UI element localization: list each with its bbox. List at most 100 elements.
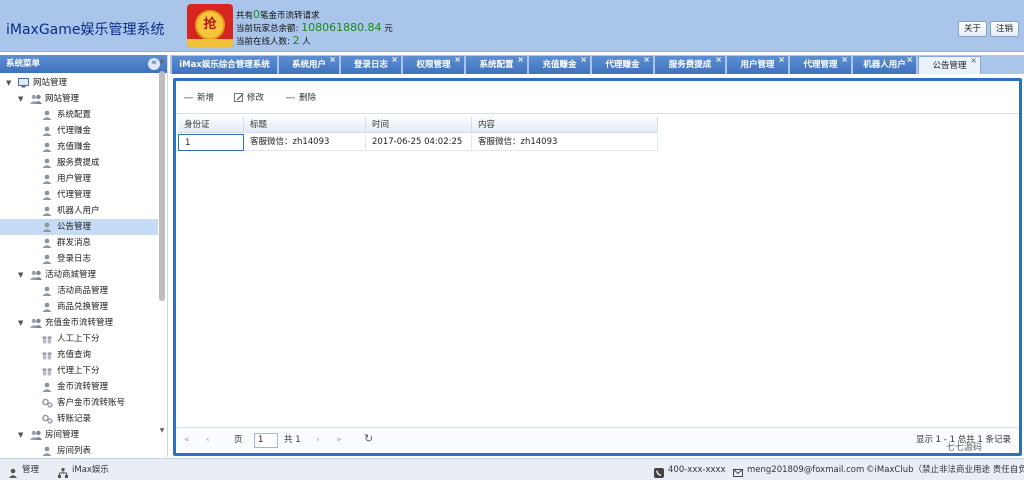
about-button[interactable]: 关于 bbox=[958, 21, 988, 37]
column-header[interactable]: 身份证 bbox=[178, 117, 244, 133]
pagination-bar: « ‹ 页 1 共 1 › » ↻ 显示 1 - 1 总共 1 条记录 bbox=[176, 427, 1019, 453]
tab[interactable]: 代理管理 × bbox=[790, 55, 852, 74]
tab[interactable]: 系统配置 × bbox=[466, 55, 528, 74]
tree-group-node[interactable]: ▼ 网站管理 bbox=[0, 91, 158, 107]
tab[interactable]: iMax娱乐综合管理系统 bbox=[172, 56, 278, 74]
sidebar-scrollbar[interactable]: ▲ ▼ bbox=[158, 57, 166, 437]
prev-page-icon[interactable]: ‹ bbox=[206, 433, 210, 448]
user-icon bbox=[42, 254, 52, 264]
menu-item-label: 代理管理 bbox=[57, 190, 92, 200]
tab[interactable]: 充值赚金 × bbox=[529, 55, 591, 74]
sidebar-menu-item[interactable]: 房间列表 bbox=[0, 443, 158, 457]
sidebar-menu-item[interactable]: 机器人用户 bbox=[0, 203, 158, 219]
tab-close-icon[interactable]: × bbox=[778, 51, 785, 69]
column-header[interactable]: 标题 bbox=[244, 117, 366, 133]
tab[interactable]: 权限管理 × bbox=[403, 55, 465, 74]
tree-group-node[interactable]: ▼ 活动商城管理 bbox=[0, 267, 158, 283]
sidebar-menu-item[interactable]: 金币流转管理 bbox=[0, 379, 158, 395]
tab-close-icon[interactable]: × bbox=[580, 51, 587, 69]
column-header[interactable]: 时间 bbox=[366, 117, 472, 133]
menu-item-label: 客户金币流转账号 bbox=[57, 398, 126, 408]
tab-close-icon[interactable]: × bbox=[970, 52, 977, 70]
sidebar-menu-item[interactable]: 人工上下分 bbox=[0, 331, 158, 347]
last-page-icon[interactable]: » bbox=[336, 433, 342, 448]
tab-active[interactable]: 公告管理 × bbox=[918, 56, 981, 74]
edit-button[interactable]: 修改 bbox=[230, 90, 264, 106]
table-cell[interactable]: 客服微信：zh14093 bbox=[244, 134, 366, 151]
tab-label: 系统配置 bbox=[479, 60, 514, 70]
tab[interactable]: 系统用户 × bbox=[279, 55, 340, 74]
tree-group-node[interactable]: ▼ 房间管理 bbox=[0, 427, 158, 443]
menu-item-label: 代理上下分 bbox=[57, 366, 100, 376]
sidebar-menu-item[interactable]: 充值查询 bbox=[0, 347, 158, 363]
column-header[interactable]: 内容 bbox=[472, 117, 658, 133]
sidebar-menu-item[interactable]: 登录日志 bbox=[0, 251, 158, 267]
sidebar-header: 系统菜单 « bbox=[0, 55, 167, 73]
expand-toggle-icon[interactable]: ▼ bbox=[18, 267, 23, 283]
tab[interactable]: 用户管理 × bbox=[727, 55, 789, 74]
next-page-icon[interactable]: › bbox=[316, 433, 320, 448]
tab[interactable]: 服务费提成 × bbox=[655, 55, 726, 74]
sidebar-menu-item[interactable]: 用户管理 bbox=[0, 171, 158, 187]
sidebar-menu-item[interactable]: 商品兑换管理 bbox=[0, 299, 158, 315]
user-icon bbox=[42, 158, 52, 168]
tab-label: 机器人用户 bbox=[863, 60, 906, 70]
sidebar-menu-item[interactable]: 系统配置 bbox=[0, 107, 158, 123]
sidebar-menu-item[interactable]: 服务费提成 bbox=[0, 155, 158, 171]
pending-count: 0 bbox=[253, 8, 261, 21]
delete-button[interactable]: 删除 bbox=[282, 90, 316, 106]
sidebar-menu-item[interactable]: 充值赚金 bbox=[0, 139, 158, 155]
expand-toggle-icon[interactable]: ▼ bbox=[18, 91, 23, 107]
tab-close-icon[interactable]: × bbox=[517, 51, 524, 69]
tab-label: 权限管理 bbox=[416, 60, 451, 70]
scroll-down-icon[interactable]: ▼ bbox=[158, 427, 166, 437]
add-button[interactable]: 新增 bbox=[180, 90, 214, 106]
tab-close-icon[interactable]: × bbox=[715, 51, 722, 69]
tree-group-node[interactable]: ▼ 网站管理 bbox=[0, 75, 158, 91]
tab-close-icon[interactable]: × bbox=[329, 51, 336, 69]
menu-item-label: 群发消息 bbox=[57, 238, 92, 248]
tab-close-icon[interactable]: × bbox=[906, 51, 913, 69]
refresh-icon[interactable]: ↻ bbox=[364, 431, 373, 446]
table-cell[interactable]: 1 bbox=[178, 134, 244, 151]
table-cell[interactable]: 2017-06-25 04:02:25 bbox=[366, 134, 472, 151]
sidebar-menu-item[interactable]: 群发消息 bbox=[0, 235, 158, 251]
tree-group-node[interactable]: ▼ 充值金币流转管理 bbox=[0, 315, 158, 331]
sidebar-menu-item[interactable]: 公告管理 bbox=[0, 219, 158, 235]
menu-item-label: 人工上下分 bbox=[57, 334, 100, 344]
logout-button[interactable]: 注销 bbox=[990, 21, 1020, 37]
online-line: 当前在线人数: 2 人 bbox=[236, 34, 311, 48]
user-icon bbox=[42, 142, 52, 152]
user-icon bbox=[42, 190, 52, 200]
scroll-up-icon[interactable]: ▲ bbox=[158, 57, 166, 67]
scroll-thumb[interactable] bbox=[159, 71, 165, 301]
user-icon bbox=[42, 110, 52, 120]
edit-icon bbox=[234, 92, 244, 103]
sidebar-menu-item[interactable]: 活动商品管理 bbox=[0, 283, 158, 299]
sidebar-menu-item[interactable]: 转账记录 bbox=[0, 411, 158, 427]
tab[interactable]: 代理赚金 × bbox=[592, 55, 654, 74]
user-icon bbox=[42, 286, 52, 296]
footer-phone: 400-xxx-xxxx bbox=[654, 459, 726, 480]
users-group-icon bbox=[30, 270, 42, 280]
tab-close-icon[interactable]: × bbox=[841, 51, 848, 69]
table-cell[interactable]: 客服微信：zh14093 bbox=[472, 134, 658, 151]
expand-toggle-icon[interactable]: ▼ bbox=[18, 427, 23, 443]
sidebar-menu-item[interactable]: 代理赚金 bbox=[0, 123, 158, 139]
sidebar-menu-item[interactable]: 客户金币流转账号 bbox=[0, 395, 158, 411]
tab[interactable]: 机器人用户 × bbox=[853, 55, 917, 74]
users-group-icon bbox=[30, 318, 42, 328]
page-number-input[interactable]: 1 bbox=[254, 433, 278, 448]
first-page-icon[interactable]: « bbox=[184, 433, 190, 448]
sidebar-menu-item[interactable]: 代理管理 bbox=[0, 187, 158, 203]
tab-close-icon[interactable]: × bbox=[391, 51, 398, 69]
expand-toggle-icon[interactable]: ▼ bbox=[18, 315, 23, 331]
tab[interactable]: 登录日志 × bbox=[341, 55, 402, 74]
sidebar-menu-item[interactable]: 代理上下分 bbox=[0, 363, 158, 379]
menu-item-label: 充值查询 bbox=[57, 350, 92, 360]
tab-close-icon[interactable]: × bbox=[643, 51, 650, 69]
tab-label: 系统用户 bbox=[291, 60, 326, 70]
expand-toggle-icon[interactable]: ▼ bbox=[6, 75, 11, 91]
menu-item-label: 充值赚金 bbox=[57, 142, 92, 152]
tab-close-icon[interactable]: × bbox=[454, 51, 461, 69]
